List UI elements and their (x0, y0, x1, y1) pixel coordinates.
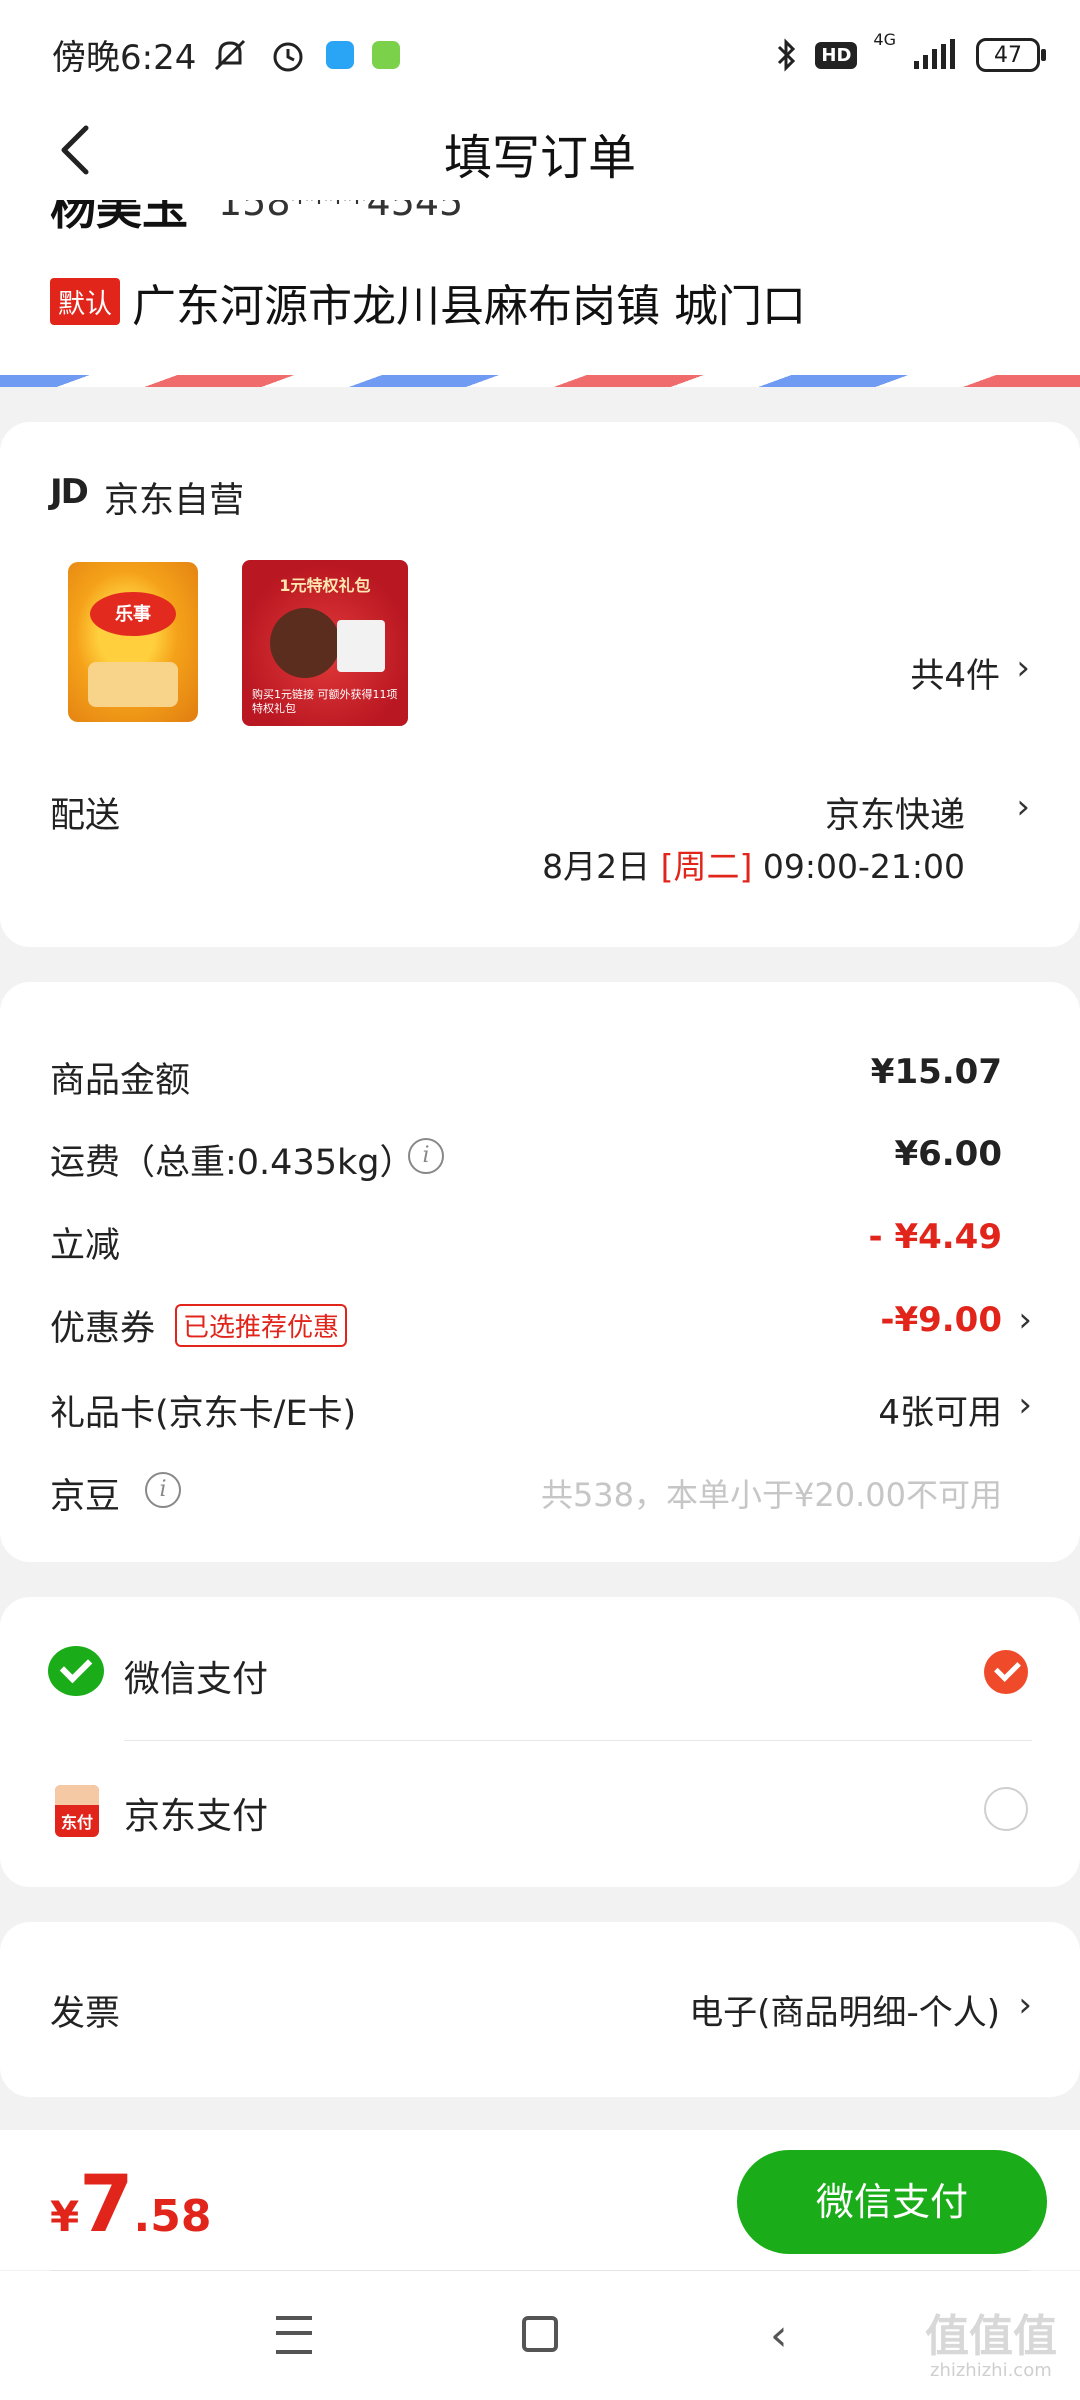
layers-app-icon (326, 41, 354, 69)
payment-divider (124, 1740, 1032, 1741)
payment-card (0, 1597, 1080, 1887)
wechat-pay-radio-checked[interactable] (984, 1650, 1028, 1694)
giftpack-title: 1元特权礼包 (279, 576, 371, 595)
info-icon[interactable]: i (408, 1138, 444, 1174)
store-name: 京东自营 (104, 481, 245, 521)
chevron-right-icon[interactable]: › (1016, 787, 1030, 827)
wechat-pay-icon (48, 1646, 104, 1696)
product-thumbnail-chips[interactable]: 乐事 (68, 562, 198, 722)
watermark-url: zhizhizhi.com (930, 2360, 1052, 2381)
home-icon[interactable] (522, 2316, 558, 2352)
delivery-date: 8月2日 (542, 847, 651, 886)
giftpack-box (337, 620, 385, 672)
total-currency: ¥ (50, 2192, 80, 2241)
item-count[interactable]: 共4件 (910, 648, 1000, 697)
jd-pay-icon-text: 东付 (60, 1813, 93, 1832)
total-decimal: .58 (133, 2191, 212, 2242)
bluetooth-icon (778, 38, 796, 72)
jd-pay-label[interactable]: 京东支付 (124, 1787, 268, 1839)
chevron-right-icon[interactable]: › (1018, 1300, 1032, 1340)
jd-logo: JD (50, 472, 89, 512)
status-icons-left (210, 30, 400, 80)
status-icons-right: HD 4G 47 (775, 30, 1046, 80)
nav-back-icon[interactable]: ‹ (770, 2310, 788, 2361)
beans-label: 京豆 (50, 1477, 121, 1517)
chevron-right-icon[interactable]: › (1018, 1985, 1032, 2025)
wechat-pay-button[interactable]: 微信支付 (737, 2150, 1047, 2254)
chips-brand-text: 乐事 (115, 604, 151, 625)
jd-pay-icon-top (55, 1785, 99, 1805)
wechat-pay-label[interactable]: 微信支付 (124, 1650, 268, 1702)
watermark: 值值值 (925, 2311, 1057, 2362)
discount-label: 立减 (50, 1226, 121, 1266)
status-time: 傍晚6:24 (52, 38, 197, 78)
delivery-weekday: [周二] (660, 847, 753, 886)
mute-bell-icon (214, 39, 246, 71)
jd-pay-icon: 东付 (55, 1785, 99, 1837)
default-address-tag: 默认 (50, 278, 120, 325)
chips-pack-stripe (88, 662, 178, 707)
info-icon[interactable]: i (145, 1472, 181, 1508)
coupon-label: 优惠券 (50, 1309, 156, 1349)
giftcard-label: 礼品卡(京东卡/E卡) (50, 1394, 357, 1434)
product-thumbnail-giftpack[interactable]: 1元特权礼包 购买1元链接 可额外获得11项特权礼包 (242, 560, 408, 726)
battery-icon: 47 (976, 38, 1046, 72)
network-label: 4G (873, 30, 896, 49)
receiver-phone: 158****4545 (218, 200, 464, 224)
invoice-label: 发票 (50, 1994, 121, 2034)
giftcard-value[interactable]: 4张可用 (878, 1385, 1002, 1434)
receiver-name: 杨美玉 (50, 200, 188, 235)
delivery-label: 配送 (50, 796, 121, 836)
giftpack-figure (270, 608, 340, 678)
beans-value: 共538，本单小于¥20.00不可用 (540, 1476, 1002, 1514)
address-text: 广东河源市龙川县麻布岗镇 城门口 (132, 281, 806, 332)
goods-amount-value: ¥15.07 (870, 1052, 1002, 1092)
delivery-method[interactable]: 京东快递 (825, 787, 965, 838)
total-price: ¥7.58 (50, 2160, 211, 2250)
shipping-value: ¥6.00 (894, 1134, 1002, 1174)
chevron-right-icon[interactable]: › (1018, 1385, 1032, 1425)
hd-badge: HD (815, 41, 858, 69)
address-card[interactable]: 杨美玉 158****4545 默认 广东河源市龙川县麻布岗镇 城门口 (0, 200, 1080, 385)
menu-icon[interactable] (276, 2316, 312, 2354)
goods-amount-label: 商品金额 (50, 1061, 191, 1101)
total-integer: 7 (79, 2160, 134, 2250)
delivery-time: 8月2日 [周二] 09:00-21:00 (542, 840, 965, 888)
shipping-label: 运费（总重:0.435kg） (50, 1143, 415, 1183)
discount-value: - ¥4.49 (868, 1217, 1003, 1257)
page-title: 填写订单 (443, 130, 636, 186)
giftpack-caption: 购买1元链接 可额外获得11项特权礼包 (252, 688, 398, 715)
coupon-value[interactable]: -¥9.00 (880, 1300, 1002, 1340)
wechat-app-icon (372, 41, 400, 69)
invoice-value[interactable]: 电子(商品明细-个人) (689, 1985, 1000, 2034)
chevron-right-icon[interactable]: › (1016, 648, 1030, 688)
delivery-time-range: 09:00-21:00 (762, 847, 965, 886)
signal-icon (914, 39, 955, 69)
alarm-icon (273, 42, 303, 72)
coupon-recommend-tag: 已选推荐优惠 (175, 1304, 348, 1347)
airmail-border (0, 375, 1080, 387)
jd-pay-radio-unchecked[interactable] (984, 1787, 1028, 1831)
